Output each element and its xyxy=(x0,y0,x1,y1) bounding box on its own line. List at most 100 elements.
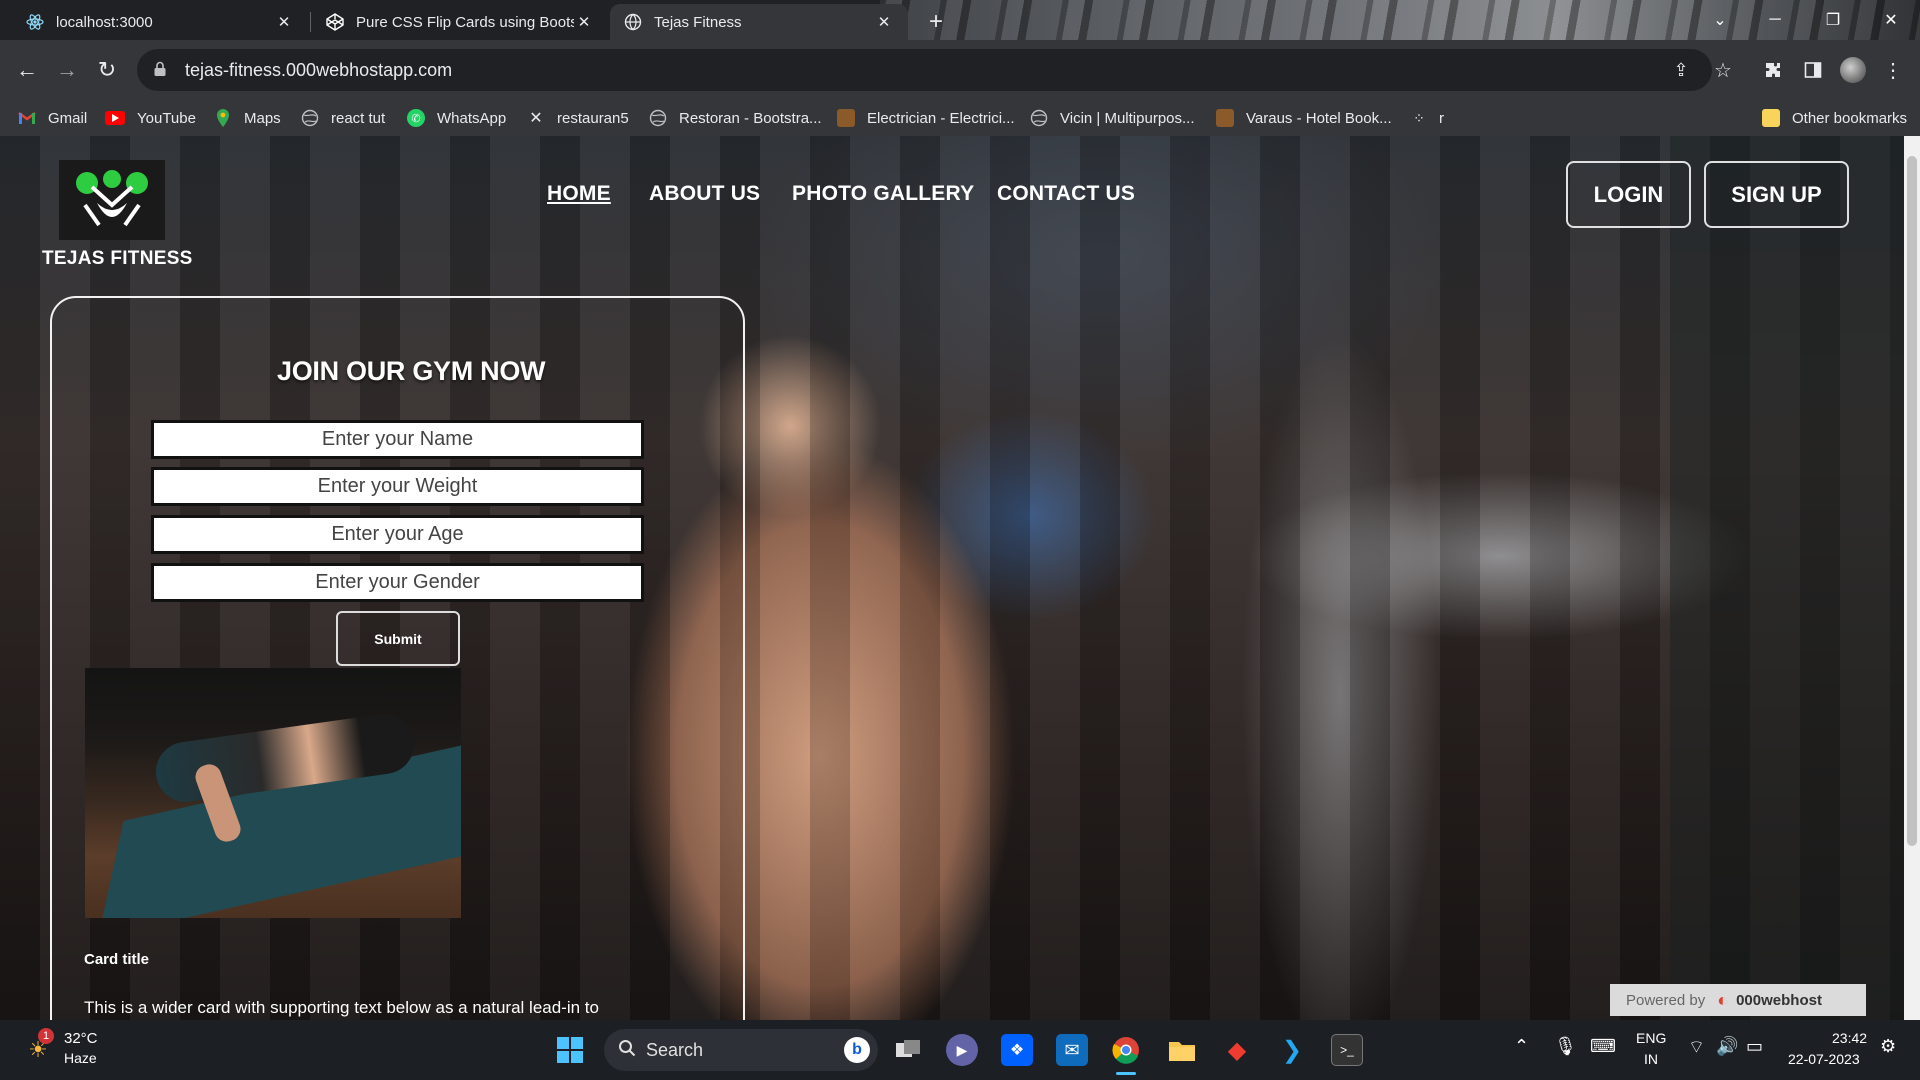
teams-chat-icon[interactable]: ▶ xyxy=(946,1034,978,1066)
bookmark-electrician[interactable]: Electrician - Electrici... xyxy=(837,102,1015,134)
show-hidden-icons[interactable]: ⌃ xyxy=(1514,1036,1529,1057)
language-code[interactable]: ENG xyxy=(1636,1030,1666,1046)
weather-badge: 1 xyxy=(38,1028,54,1044)
tools-icon: ✕ xyxy=(529,110,543,127)
bookmark-star-icon[interactable]: ☆ xyxy=(1706,53,1740,87)
bing-icon: b xyxy=(844,1037,870,1063)
back-button[interactable]: ← xyxy=(10,53,44,87)
bookmark-whatsapp[interactable]: ✆ WhatsApp xyxy=(407,102,506,134)
other-bookmarks-label: Other bookmarks xyxy=(1792,109,1908,127)
nav-photo-gallery[interactable]: PHOTO GALLERY xyxy=(792,182,974,206)
globe-icon xyxy=(624,13,642,31)
weather-desc: Haze xyxy=(64,1050,97,1066)
bookmark-r[interactable]: ⁘ r xyxy=(1409,102,1444,134)
close-window-button[interactable]: ✕ xyxy=(1868,0,1914,40)
bookmark-varaus[interactable]: Varaus - Hotel Book... xyxy=(1216,102,1392,134)
restore-button[interactable]: ❐ xyxy=(1810,0,1856,40)
lock-icon[interactable] xyxy=(153,61,171,80)
tab-search-button[interactable]: ⌄ xyxy=(1697,0,1743,40)
gender-input[interactable] xyxy=(151,563,644,602)
start-button[interactable] xyxy=(554,1034,586,1066)
bookmark-maps[interactable]: Maps xyxy=(214,102,281,134)
youtube-icon xyxy=(105,111,125,125)
brand-name: TEJAS FITNESS xyxy=(42,248,193,269)
tab-title: Tejas Fitness xyxy=(654,13,742,31)
task-view-icon[interactable] xyxy=(892,1034,924,1066)
chrome-active-indicator xyxy=(1116,1072,1136,1075)
share-icon[interactable]: ⇪ xyxy=(1664,53,1698,87)
vscode-icon[interactable]: ❯ xyxy=(1276,1034,1308,1066)
bookmark-label: restauran5 xyxy=(557,109,629,127)
bookmark-react-tut[interactable]: react tut xyxy=(301,102,385,134)
bookmark-youtube[interactable]: YouTube xyxy=(105,102,196,134)
nav-contact-us[interactable]: CONTACT US xyxy=(997,182,1135,206)
bookmark-label: Maps xyxy=(244,109,281,127)
git-icon[interactable]: ◆ xyxy=(1221,1034,1253,1066)
reload-button[interactable]: ↻ xyxy=(90,53,124,87)
maps-icon xyxy=(214,109,232,127)
bookmark-restauran5[interactable]: ✕ restauran5 xyxy=(527,102,629,134)
react-icon xyxy=(26,13,44,31)
keyboard-icon[interactable]: ⌨ xyxy=(1590,1036,1616,1057)
minimize-button[interactable]: ─ xyxy=(1752,0,1798,40)
extensions-icon[interactable] xyxy=(1756,53,1790,87)
taskbar-search[interactable]: Search b xyxy=(604,1029,878,1071)
nav-about-us[interactable]: ABOUT US xyxy=(649,182,760,206)
tab-tejas-fitness[interactable]: Tejas Fitness ✕ xyxy=(610,4,908,40)
submit-button[interactable]: Submit xyxy=(336,611,460,666)
battery-icon[interactable]: ▭ xyxy=(1746,1036,1763,1057)
gym-logo[interactable] xyxy=(59,160,165,240)
tab-localhost[interactable]: localhost:3000 ✕ xyxy=(12,4,308,40)
powered-by-badge[interactable]: Powered by ◐ 000webhost xyxy=(1610,984,1866,1016)
page-icon xyxy=(1216,109,1234,127)
terminal-icon[interactable]: >_ xyxy=(1331,1034,1363,1066)
page-viewport: TEJAS FITNESS HOME ABOUT US PHOTO GALLER… xyxy=(0,136,1904,1020)
whatsapp-icon: ✆ xyxy=(407,109,425,127)
signup-button[interactable]: SIGN UP xyxy=(1704,161,1849,228)
close-icon[interactable]: ✕ xyxy=(274,12,294,32)
host-name: 000webhost xyxy=(1736,991,1822,1009)
close-icon[interactable]: ✕ xyxy=(574,12,594,32)
notifications-icon[interactable]: ⚙ xyxy=(1880,1036,1896,1057)
page-icon xyxy=(837,109,855,127)
dots-icon: ⁘ xyxy=(1413,109,1425,126)
bookmark-label: Gmail xyxy=(48,109,88,127)
tab-flip-cards[interactable]: Pure CSS Flip Cards using Bootstr ✕ xyxy=(312,4,608,40)
chrome-icon[interactable] xyxy=(1110,1034,1142,1066)
background-shade xyxy=(1670,136,1904,1020)
close-icon[interactable]: ✕ xyxy=(874,12,894,32)
name-input[interactable] xyxy=(151,420,644,459)
weight-input[interactable] xyxy=(151,467,644,506)
scrollbar-thumb[interactable] xyxy=(1907,156,1917,846)
pushup-photo xyxy=(85,668,461,918)
age-input[interactable] xyxy=(151,515,644,554)
volume-icon[interactable]: 🔊 xyxy=(1716,1036,1738,1057)
wifi-icon[interactable]: ⌔ xyxy=(1688,1036,1705,1059)
mail-icon[interactable]: ✉ xyxy=(1056,1034,1088,1066)
clock-time[interactable]: 23:42 xyxy=(1832,1030,1867,1046)
nav-home[interactable]: HOME xyxy=(547,182,611,206)
dropbox-icon[interactable]: ❖ xyxy=(1001,1034,1033,1066)
bookmark-gmail[interactable]: Gmail xyxy=(18,102,87,134)
profile-avatar[interactable] xyxy=(1836,53,1870,87)
bookmark-label: Varaus - Hotel Book... xyxy=(1246,109,1392,127)
weather-temp[interactable]: 32°C xyxy=(64,1030,98,1047)
forward-button[interactable]: → xyxy=(50,53,84,87)
bookmark-vicin[interactable]: Vicin | Multipurpos... xyxy=(1030,102,1195,134)
gmail-icon xyxy=(18,109,36,127)
file-explorer-icon[interactable] xyxy=(1166,1034,1198,1066)
microphone-icon[interactable]: 🎙 xyxy=(1554,1036,1577,1057)
search-label: Search xyxy=(646,1039,704,1060)
menu-icon[interactable]: ⋮ xyxy=(1876,53,1910,87)
bookmark-label: WhatsApp xyxy=(437,109,507,127)
powered-by-label: Powered by xyxy=(1626,991,1706,1009)
login-button[interactable]: LOGIN xyxy=(1566,161,1691,228)
bookmark-label: Restoran - Bootstra... xyxy=(679,109,822,127)
other-bookmarks[interactable]: Other bookmarks xyxy=(1762,102,1907,134)
bookmark-restoran[interactable]: Restoran - Bootstra... xyxy=(649,102,822,134)
address-bar[interactable]: tejas-fitness.000webhostapp.com xyxy=(137,49,1712,91)
globe-icon xyxy=(301,109,319,127)
folder-icon xyxy=(1762,109,1780,127)
new-tab-button[interactable]: + xyxy=(922,8,950,36)
side-panel-icon[interactable] xyxy=(1796,53,1830,87)
